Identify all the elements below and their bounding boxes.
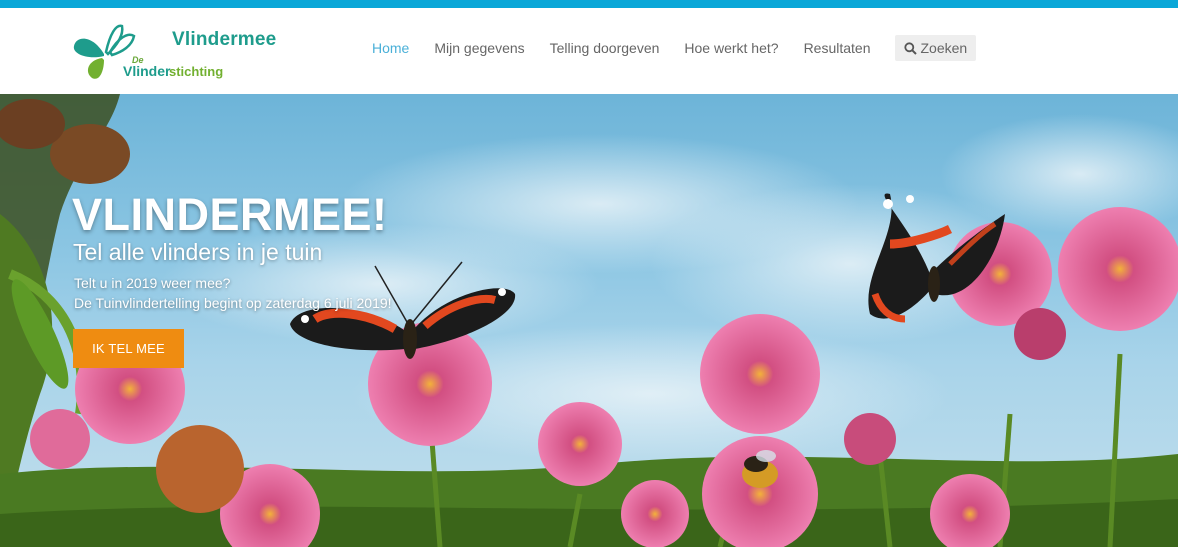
- hero-subtitle: Tel alle vlinders in je tuin: [73, 239, 323, 265]
- site-header: Vlindermee De Vlinder stichting Home Mij…: [0, 8, 1178, 94]
- nav-item-resultaten[interactable]: Resultaten: [804, 40, 871, 56]
- site-logo[interactable]: Vlindermee De Vlinder stichting: [70, 20, 300, 82]
- main-nav: Home Mijn gegevens Telling doorgeven Hoe…: [372, 34, 977, 62]
- nav-item-hoe-werkt-het[interactable]: Hoe werkt het?: [684, 40, 778, 56]
- logo-subtitle-light: stichting: [169, 64, 224, 79]
- logo-title: Vlindermee: [172, 29, 277, 50]
- hero-question: Telt u in 2019 weer mee?: [74, 275, 231, 291]
- nav-item-mijn-gegevens[interactable]: Mijn gegevens: [434, 40, 524, 56]
- search-label: Zoeken: [920, 40, 968, 56]
- search-icon: [903, 41, 917, 55]
- top-accent-strip: [0, 0, 1178, 8]
- hero-background-image: [0, 94, 1178, 547]
- hero-title: VLINDERMEE!: [72, 189, 388, 240]
- logo-subtitle-strong: Vlinder: [123, 63, 171, 79]
- nav-item-home[interactable]: Home: [372, 40, 409, 56]
- ik-tel-mee-button[interactable]: IK TEL MEE: [73, 329, 184, 368]
- hero-banner: VLINDERMEE! Tel alle vlinders in je tuin…: [0, 94, 1178, 547]
- nav-item-telling-doorgeven[interactable]: Telling doorgeven: [550, 40, 660, 56]
- search-button[interactable]: Zoeken: [894, 35, 977, 61]
- hero-announcement: De Tuinvlindertelling begint op zaterdag…: [74, 295, 392, 311]
